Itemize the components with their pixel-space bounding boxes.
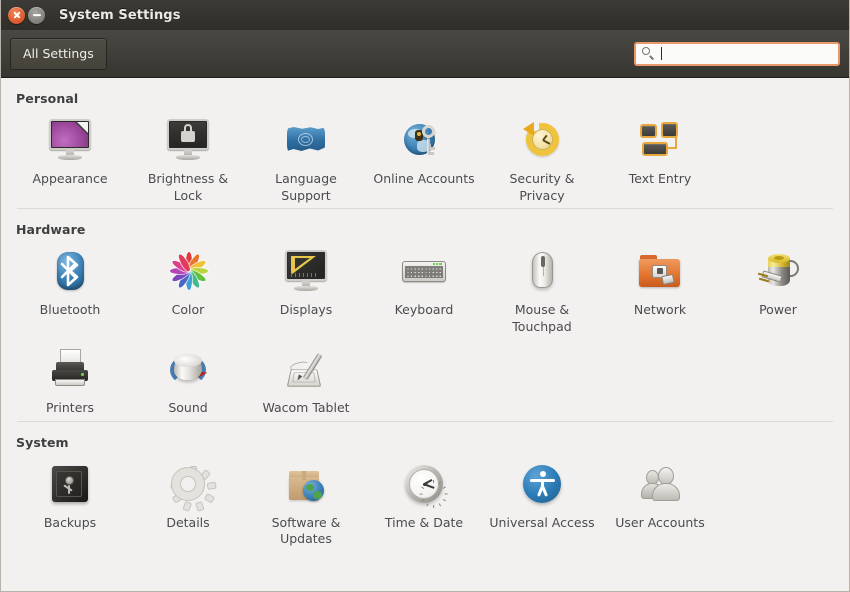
system-grid: Backups Details Software & Updates Time … <box>1 454 849 552</box>
settings-tile-text-entry[interactable]: Text Entry <box>601 110 719 208</box>
window-title: System Settings <box>59 7 181 23</box>
tile-label: Displays <box>279 302 333 317</box>
tile-label: Time & Date <box>384 514 464 530</box>
tile-label: Color <box>171 302 205 317</box>
tile-label: Backups <box>43 514 97 530</box>
tile-label: Power <box>759 302 797 317</box>
tile-label: Details <box>166 514 210 530</box>
tile-label: Printers <box>45 400 95 415</box>
search-field-wrapper <box>634 41 840 66</box>
details-icon <box>164 460 217 512</box>
tile-label: Appearance <box>32 171 108 186</box>
printers-icon <box>46 345 94 393</box>
section-system: System Backups Details Software & Update… <box>1 422 849 552</box>
software-updates-icon <box>282 460 330 508</box>
section-personal: Personal Appearance Brightness & Lock La… <box>1 78 849 208</box>
sound-icon <box>164 345 212 393</box>
search-icon <box>642 47 655 60</box>
system-settings-window: System Settings All Settings Personal Ap… <box>0 0 850 592</box>
security-privacy-icon <box>518 116 566 164</box>
tile-label: Text Entry <box>628 171 692 186</box>
title-bar: System Settings <box>1 0 849 30</box>
section-hardware: Hardware Bluetooth Color Displays Keyboa… <box>1 209 849 421</box>
text-cursor <box>661 47 662 60</box>
settings-tile-printers[interactable]: Printers <box>11 339 129 421</box>
backups-icon <box>46 460 94 508</box>
tile-label: Universal Access <box>489 514 595 530</box>
appearance-icon <box>46 116 94 164</box>
tile-label: Language Support <box>275 171 337 203</box>
settings-tile-displays[interactable]: Displays <box>247 241 365 339</box>
tile-label: Sound <box>168 400 208 415</box>
user-accounts-icon <box>636 460 684 508</box>
tile-label: Network <box>633 302 687 317</box>
settings-tile-color[interactable]: Color <box>129 241 247 339</box>
all-settings-label: All Settings <box>23 46 94 61</box>
settings-tile-backups[interactable]: Backups <box>11 454 129 552</box>
displays-icon <box>282 247 330 295</box>
language-support-icon <box>282 116 330 164</box>
tile-label: User Accounts <box>615 514 705 530</box>
settings-content: Personal Appearance Brightness & Lock La… <box>1 78 849 591</box>
toolbar: All Settings <box>1 30 849 78</box>
keyboard-icon <box>400 247 448 295</box>
universal-access-icon <box>518 460 566 508</box>
tile-label: Keyboard <box>394 302 454 317</box>
tile-label: Software & Updates <box>271 514 341 547</box>
settings-tile-security-privacy[interactable]: Security & Privacy <box>483 110 601 208</box>
online-accounts-icon <box>400 116 448 164</box>
tile-label: Bluetooth <box>39 302 101 317</box>
minimize-icon[interactable] <box>28 6 45 24</box>
settings-tile-brightness-lock[interactable]: Brightness & Lock <box>129 110 247 208</box>
bluetooth-icon <box>46 247 94 295</box>
settings-tile-bluetooth[interactable]: Bluetooth <box>11 241 129 339</box>
section-title-system: System <box>16 434 69 450</box>
settings-tile-wacom-tablet[interactable]: Wacom Tablet <box>247 339 365 421</box>
all-settings-button[interactable]: All Settings <box>10 37 107 70</box>
settings-tile-sound[interactable]: Sound <box>129 339 247 421</box>
section-title-personal: Personal <box>16 91 79 106</box>
settings-tile-power[interactable]: Power <box>719 241 837 339</box>
tile-label: Security & Privacy <box>509 171 575 203</box>
color-icon <box>164 247 212 295</box>
bluetooth-rune <box>60 255 79 287</box>
personal-grid: Appearance Brightness & Lock Language Su… <box>1 110 849 208</box>
mouse-touchpad-icon <box>518 247 566 295</box>
settings-tile-language-support[interactable]: Language Support <box>247 110 365 208</box>
close-icon[interactable] <box>8 6 25 24</box>
settings-tile-time-date[interactable]: Time & Date <box>365 454 483 552</box>
settings-tile-mouse-touchpad[interactable]: Mouse & Touchpad <box>483 241 601 339</box>
brightness-lock-icon <box>164 116 212 164</box>
settings-tile-network[interactable]: Network <box>601 241 719 339</box>
time-date-icon <box>400 460 448 508</box>
power-icon <box>754 247 802 295</box>
tile-label: Wacom Tablet <box>262 400 350 415</box>
tile-label: Mouse & Touchpad <box>512 302 572 334</box>
tile-label: Brightness & Lock <box>147 171 229 203</box>
search-input[interactable] <box>634 41 840 66</box>
settings-tile-online-accounts[interactable]: Online Accounts <box>365 110 483 208</box>
settings-tile-user-accounts[interactable]: User Accounts <box>601 454 719 552</box>
settings-tile-details[interactable]: Details <box>129 454 247 552</box>
settings-tile-keyboard[interactable]: Keyboard <box>365 241 483 339</box>
network-icon <box>636 247 684 295</box>
text-entry-icon <box>636 116 684 164</box>
section-title-hardware: Hardware <box>16 222 86 237</box>
hardware-grid: Bluetooth Color Displays Keyboard Mouse … <box>1 241 849 421</box>
settings-tile-appearance[interactable]: Appearance <box>11 110 129 208</box>
wacom-tablet-icon <box>282 345 330 393</box>
tile-label: Online Accounts <box>373 171 475 186</box>
settings-tile-universal-access[interactable]: Universal Access <box>483 454 601 552</box>
settings-tile-software-updates[interactable]: Software & Updates <box>247 454 365 552</box>
